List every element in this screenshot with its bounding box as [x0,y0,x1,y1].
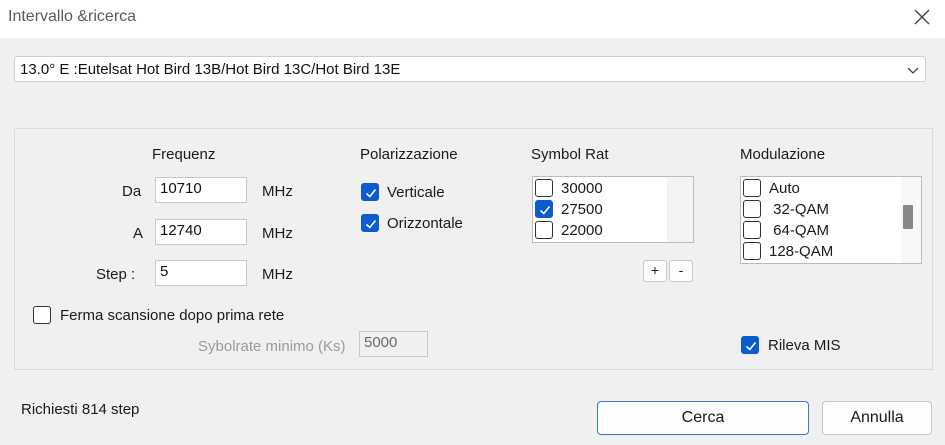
modulation-item-64qam-checkbox[interactable] [743,221,761,239]
step-label: Step : [96,266,136,283]
modulation-item-128qam-label: 128-QAM [769,243,834,260]
symbol-rate-item-27500-checkbox[interactable] [535,200,553,218]
satellite-select[interactable]: 13.0° E :Eutelsat Hot Bird 13B/Hot Bird … [14,56,926,82]
step-input[interactable]: 5 [155,260,247,286]
min-symbolrate-input[interactable]: 5000 [359,331,428,357]
check-icon [365,219,377,229]
add-symbol-rate-button[interactable]: + [643,260,667,282]
check-icon [745,341,757,351]
title-bar [0,0,945,38]
min-symbolrate-label: Sybolrate minimo (Ks) [198,338,346,355]
symbol-rate-item-27500-label: 27500 [561,201,603,218]
cancel-button[interactable]: Annulla [822,401,932,435]
horizontal-label: Orizzontale [387,215,463,232]
remove-symbol-rate-button[interactable]: - [669,260,693,282]
from-label: Da [122,183,142,200]
modulation-scrollbar[interactable] [901,177,921,263]
to-label: A [133,225,144,242]
from-frequency-input[interactable]: 10710 [155,177,247,203]
vertical-checkbox[interactable] [361,183,379,201]
search-button[interactable]: Cerca [597,401,809,435]
symbol-rate-list[interactable] [532,176,694,243]
modulation-item-32qam-label: 32-QAM [769,201,830,218]
modulation-item-64qam-label: 64-QAM [769,222,830,239]
satellite-selected-value: 13.0° E :Eutelsat Hot Bird 13B/Hot Bird … [20,61,401,78]
symbol-rate-header: Symbol Rat [531,146,609,163]
close-button[interactable] [908,4,936,30]
stop-after-first-label: Ferma scansione dopo prima rete [60,307,285,324]
check-icon [539,205,551,215]
symbol-rate-item-22000-checkbox[interactable] [535,221,553,239]
chevron-down-icon [907,67,919,74]
check-icon [365,188,377,198]
modulation-header: Modulazione [740,146,826,163]
modulation-item-32qam-checkbox[interactable] [743,200,761,218]
step-unit-label: MHz [262,266,293,283]
to-frequency-input[interactable]: 12740 [155,219,247,245]
status-text: Richiesti 814 step [21,401,140,418]
to-unit-label: MHz [262,225,293,242]
horizontal-checkbox[interactable] [361,214,379,232]
polarization-header: Polarizzazione [360,146,458,163]
vertical-label: Verticale [387,184,445,201]
modulation-item-auto-checkbox[interactable] [743,179,761,197]
modulation-item-auto-label: Auto [769,180,800,197]
symbol-rate-item-30000-checkbox[interactable] [535,179,553,197]
symbol-rate-scrollbar[interactable] [667,177,693,242]
symbol-rate-item-22000-label: 22000 [561,222,603,239]
modulation-item-128qam-checkbox[interactable] [743,242,761,260]
close-icon [914,9,930,25]
frequency-header: Frequenz [152,146,216,163]
stop-after-first-checkbox[interactable] [33,306,51,324]
detect-mis-label: Rileva MIS [768,337,841,354]
modulation-scrollbar-thumb[interactable] [903,205,913,229]
symbol-rate-item-30000-label: 30000 [561,180,603,197]
from-unit-label: MHz [262,183,293,200]
window-title: Intervallo &ricerca [8,8,137,25]
detect-mis-checkbox[interactable] [741,336,759,354]
